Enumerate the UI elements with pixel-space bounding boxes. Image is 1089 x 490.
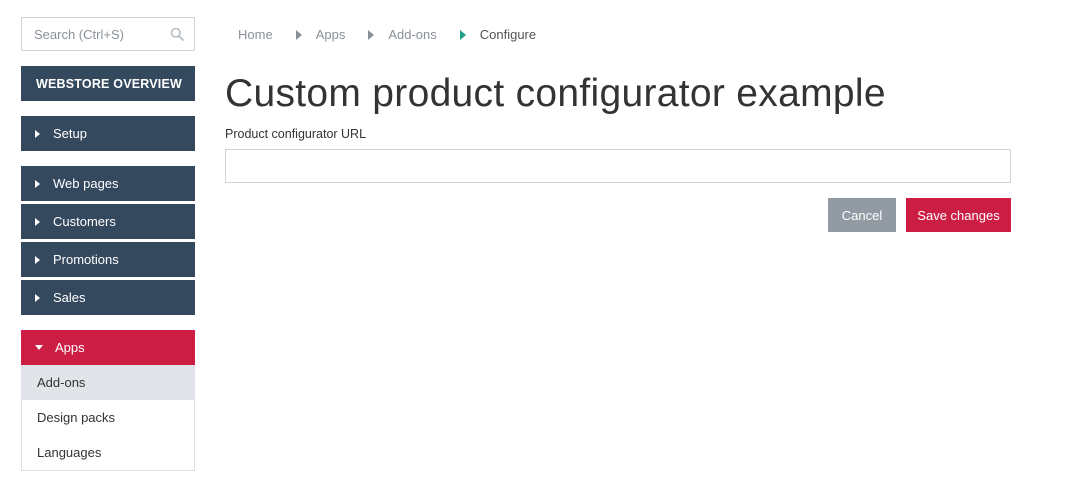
submenu-item-design-packs[interactable]: Design packs [22, 400, 194, 435]
caret-right-icon [35, 217, 40, 226]
caret-right-icon [35, 179, 40, 188]
breadcrumb-separator-icon [368, 29, 375, 40]
search-input[interactable] [34, 26, 170, 42]
breadcrumb-configure: Configure [479, 27, 537, 42]
submenu-item-label: Design packs [37, 410, 116, 425]
cancel-button[interactable]: Cancel [828, 198, 896, 232]
save-changes-button[interactable]: Save changes [906, 198, 1011, 232]
breadcrumb-add-ons[interactable]: Add-ons [388, 27, 436, 42]
sidebar-item-label: Customers [53, 214, 116, 229]
submenu-item-label: Languages [37, 445, 102, 460]
sidebar-item-setup[interactable]: Setup [21, 116, 195, 151]
sidebar-item-sales[interactable]: Sales [21, 280, 195, 315]
product-configurator-url-label: Product configurator URL [225, 127, 367, 141]
webstore-overview-button[interactable]: WEBSTORE OVERVIEW [21, 66, 195, 101]
submenu-item-label: Add-ons [37, 375, 86, 390]
search-icon[interactable] [170, 27, 184, 41]
caret-down-icon [35, 345, 43, 350]
search-box[interactable] [21, 17, 195, 51]
sidebar: WEBSTORE OVERVIEW Setup Web pages Custom… [21, 17, 195, 471]
sidebar-item-promotions[interactable]: Promotions [21, 242, 195, 277]
submenu-item-add-ons[interactable]: Add-ons [22, 365, 194, 400]
sidebar-item-label: Setup [53, 126, 87, 141]
caret-right-icon [35, 255, 40, 264]
breadcrumb: Home Apps Add-ons Configure [238, 26, 536, 43]
webstore-overview-label: WEBSTORE OVERVIEW [36, 76, 183, 91]
breadcrumb-current-indicator-icon [459, 29, 466, 40]
submenu-item-languages[interactable]: Languages [22, 435, 194, 470]
sidebar-item-apps[interactable]: Apps [21, 330, 195, 365]
sidebar-item-label: Web pages [53, 176, 119, 191]
breadcrumb-separator-icon [295, 29, 302, 40]
sidebar-item-label: Promotions [53, 252, 119, 267]
sidebar-item-label: Apps [55, 340, 85, 355]
sidebar-item-web-pages[interactable]: Web pages [21, 166, 195, 201]
product-configurator-url-input[interactable] [225, 149, 1011, 183]
caret-right-icon [35, 293, 40, 302]
sidebar-item-label: Sales [53, 290, 86, 305]
breadcrumb-home[interactable]: Home [238, 27, 273, 42]
breadcrumb-apps[interactable]: Apps [316, 27, 346, 42]
sidebar-item-customers[interactable]: Customers [21, 204, 195, 239]
caret-right-icon [35, 129, 40, 138]
page-title: Custom product configurator example [225, 72, 886, 115]
apps-submenu: Add-ons Design packs Languages [21, 365, 195, 471]
